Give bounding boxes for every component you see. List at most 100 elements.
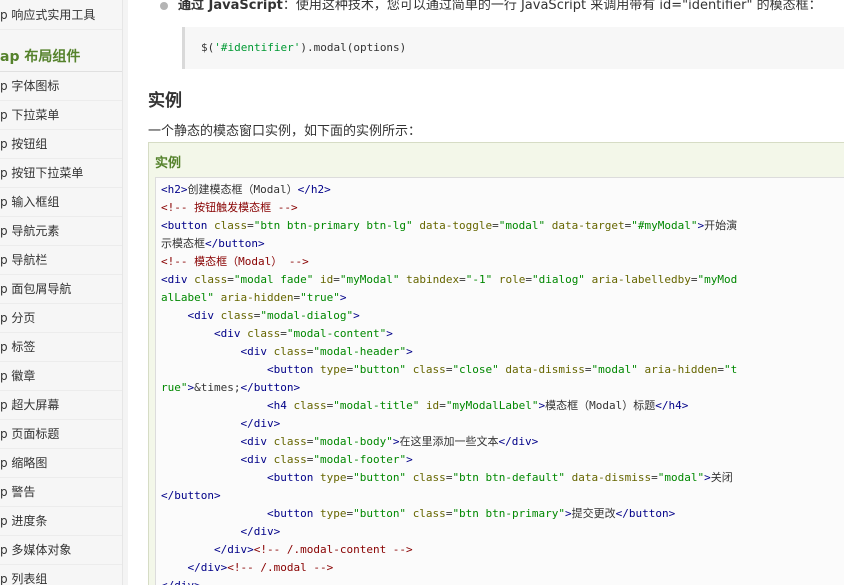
code-token: class <box>194 273 228 286</box>
main-content: 通过 JavaScript：使用这种技术，您可以通过简单的一行 JavaScri… <box>130 0 844 585</box>
code-token: aria-hidden <box>644 363 718 376</box>
code-token: > <box>704 471 711 484</box>
code-token: </button> <box>615 507 676 520</box>
sidebar-item-label: p 页面标题 <box>0 427 60 441</box>
code-line: <div class="modal-content"> <box>161 325 737 343</box>
code-token: <h2> <box>161 183 188 196</box>
code-block: <h2>创建模态框（Modal）</h2> <!-- 按钮触发模态框 --> <bu… <box>155 177 844 585</box>
code-token: "btn btn-primary btn-lg" <box>253 219 413 232</box>
code-token: "modal" <box>498 219 546 232</box>
code-token: &times; <box>194 381 241 394</box>
code-snippet-pre: $( <box>201 41 215 54</box>
code-token: > <box>406 345 413 358</box>
code-token: = <box>690 273 698 286</box>
sidebar-item-label: p 进度条 <box>0 514 48 528</box>
code-token: </div> <box>187 561 228 574</box>
code-token: = <box>717 363 724 376</box>
code-line: <!-- 按钮触发模态框 --> <box>161 199 737 217</box>
sidebar-item[interactable]: p 下拉菜单 <box>0 101 122 130</box>
code-token: "modal-title" <box>333 399 420 412</box>
section-heading: 实例 <box>148 91 182 111</box>
sidebar-item-label: p 下拉菜单 <box>0 108 60 122</box>
code-line: <button type="button" class="btn btn-pri… <box>161 505 737 523</box>
sidebar-item[interactable]: p 标签 <box>0 333 122 362</box>
sidebar-item-label: p 导航元素 <box>0 224 60 238</box>
sidebar-item[interactable]: p 按钮组 <box>0 130 122 159</box>
sidebar-item-label: p 面包屑导航 <box>0 282 72 296</box>
code-token: "myMod <box>697 273 738 286</box>
code-token: <div <box>240 453 274 466</box>
sidebar-list: p 字体图标 p 下拉菜单 p 按钮组 p 按钮下拉菜单 p 输入框组 p 导航元素 p 导… <box>0 72 122 585</box>
intro-text: 一个静态的模态窗口实例，如下面的实例所示： <box>148 124 422 139</box>
code-token: = <box>280 327 287 340</box>
sidebar-item[interactable]: p 超大屏幕 <box>0 391 122 420</box>
code-token: "modal-body" <box>313 435 393 448</box>
code-token: <div <box>187 309 221 322</box>
code-token: class <box>273 453 307 466</box>
code-token: <button <box>266 471 320 484</box>
code-token: type <box>319 471 347 484</box>
sidebar-item[interactable]: p 按钮下拉菜单 <box>0 159 122 188</box>
code-token: = <box>247 219 254 232</box>
sidebar-item[interactable]: p 警告 <box>0 478 122 507</box>
sidebar-item[interactable]: p 缩略图 <box>0 449 122 478</box>
code-token: data-dismiss <box>505 363 585 376</box>
code-token: 在这里添加一些文本 <box>399 435 499 448</box>
sidebar-item[interactable]: p 列表组 <box>0 565 122 585</box>
code-token: type <box>319 363 347 376</box>
code-line: rue">&times;</button> <box>161 379 737 397</box>
sidebar-item-label: p 徽章 <box>0 369 36 383</box>
sidebar-item[interactable]: p 多媒体对象 <box>0 536 122 565</box>
sidebar-item[interactable]: p 分页 <box>0 304 122 333</box>
sidebar-item[interactable]: p 进度条 <box>0 507 122 536</box>
sidebar-item[interactable]: p 徽章 <box>0 362 122 391</box>
sidebar-section-header: ap 布局组件 <box>0 42 122 72</box>
sidebar-item[interactable]: p 输入框组 <box>0 188 122 217</box>
sidebar-item-label: p 列表组 <box>0 572 48 585</box>
sidebar-item[interactable]: p 导航栏 <box>0 246 122 275</box>
code-token: aria-hidden <box>220 291 294 304</box>
code-token: class <box>247 327 281 340</box>
code-token: <!-- /.modal-content --> <box>253 543 413 556</box>
code-line: </div> <box>161 415 737 433</box>
code-token: </button> <box>205 237 265 250</box>
sidebar-item-label: p 分页 <box>0 311 36 325</box>
code-token: 模态框（Modal）标题 <box>545 399 656 412</box>
code-line: 示模态框</button> <box>161 235 737 253</box>
code-token: "#myModal" <box>631 219 698 232</box>
example-title: 实例 <box>155 156 182 171</box>
code-token: > <box>386 327 393 340</box>
code-token: </div> <box>240 417 281 430</box>
sidebar-item[interactable]: p 导航元素 <box>0 217 122 246</box>
code-token: "dialog" <box>531 273 585 286</box>
sidebar-item-responsive-utilities[interactable]: p 响应式实用工具 <box>0 0 122 30</box>
code-token: class <box>213 219 248 232</box>
code-token: tabindex <box>406 273 460 286</box>
code-token: "button" <box>353 363 407 376</box>
sidebar-item-label: p 按钮下拉菜单 <box>0 166 84 180</box>
code-token: <button <box>266 363 320 376</box>
sidebar-item[interactable]: p 面包屑导航 <box>0 275 122 304</box>
code-token: > <box>565 507 572 520</box>
code-token: = <box>459 273 466 286</box>
code-token: <div <box>161 273 195 286</box>
sidebar-item-label: p 警告 <box>0 485 36 499</box>
sidebar-item[interactable]: p 字体图标 <box>0 72 122 101</box>
code-token: "btn btn-default" <box>452 471 566 484</box>
sidebar-item-label: p 多媒体对象 <box>0 543 72 557</box>
sidebar-item[interactable]: p 页面标题 <box>0 420 122 449</box>
code-token: = <box>584 363 592 376</box>
code-token: = <box>651 471 658 484</box>
code-line: </div><!-- /.modal-content --> <box>161 541 737 559</box>
